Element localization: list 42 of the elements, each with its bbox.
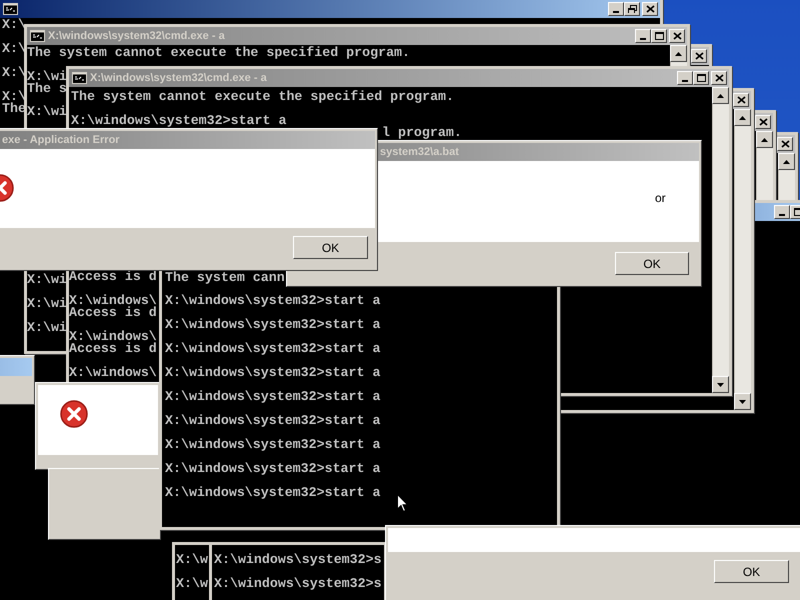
console-line: The system cannot execute the specified program. (27, 47, 410, 59)
console-line: X:\windows\system32>start a (71, 115, 286, 127)
console-line: X:\windows\system32>start a (165, 367, 380, 379)
console-line: X:\w (176, 578, 208, 590)
console-line: X:\windows\system32>start a (165, 439, 380, 451)
console-line: The system cannot execute the specified program. (71, 91, 454, 103)
console-line: Access is d (69, 343, 157, 355)
console-line: X:\ (2, 19, 26, 31)
console-line: X:\windows\ (69, 331, 157, 343)
console-line: X:\windows\system32>start a (165, 415, 380, 427)
console-line: X:\windows\system32>s (214, 578, 382, 590)
console-line: X:\w (176, 554, 208, 566)
console-line: X:\wi (27, 322, 67, 334)
console-line: The system cann (165, 272, 285, 284)
console-line: X:\windows\system32>start a (165, 319, 380, 331)
window-title: exe - Application Error (2, 133, 120, 148)
window-title: X:\windows\system32\cmd.exe - a (48, 29, 225, 44)
window-title: X:\windows\system32\cmd.exe - a (90, 71, 267, 86)
console-line: X:\wi (27, 71, 67, 83)
console-line: X:\wi (27, 274, 67, 286)
ok-button[interactable]: OK (615, 252, 689, 275)
console-line: X:\ (2, 67, 26, 79)
console-line: X:\ (2, 91, 26, 103)
console-line: X:\windows\ (69, 367, 157, 379)
console-line: X:\wi (27, 106, 67, 118)
ok-button[interactable]: OK (714, 560, 789, 583)
console-line: The s (27, 83, 67, 95)
dialog-message: or (655, 190, 666, 207)
console-line: X:\windows\system32>start a (165, 295, 380, 307)
console-line: Access is d (69, 271, 157, 283)
console-line: X:\windows\system32>start a (165, 463, 380, 475)
console-line: Access is d (69, 307, 157, 319)
console-line: X:\windows\system32>start a (165, 487, 380, 499)
console-line: l program. (382, 127, 462, 139)
console-line: X:\windows\system32>s (214, 554, 382, 566)
console-line: X:\windows\system32>start a (165, 343, 380, 355)
window-title: system32\a.bat (380, 145, 459, 160)
console-line: X:\wi (27, 298, 67, 310)
console-line: X:\windows\system32>start a (165, 391, 380, 403)
console-line: X:\windows\ (69, 295, 157, 307)
console-line: X:\ (2, 43, 26, 55)
ok-button[interactable]: OK (293, 236, 368, 259)
